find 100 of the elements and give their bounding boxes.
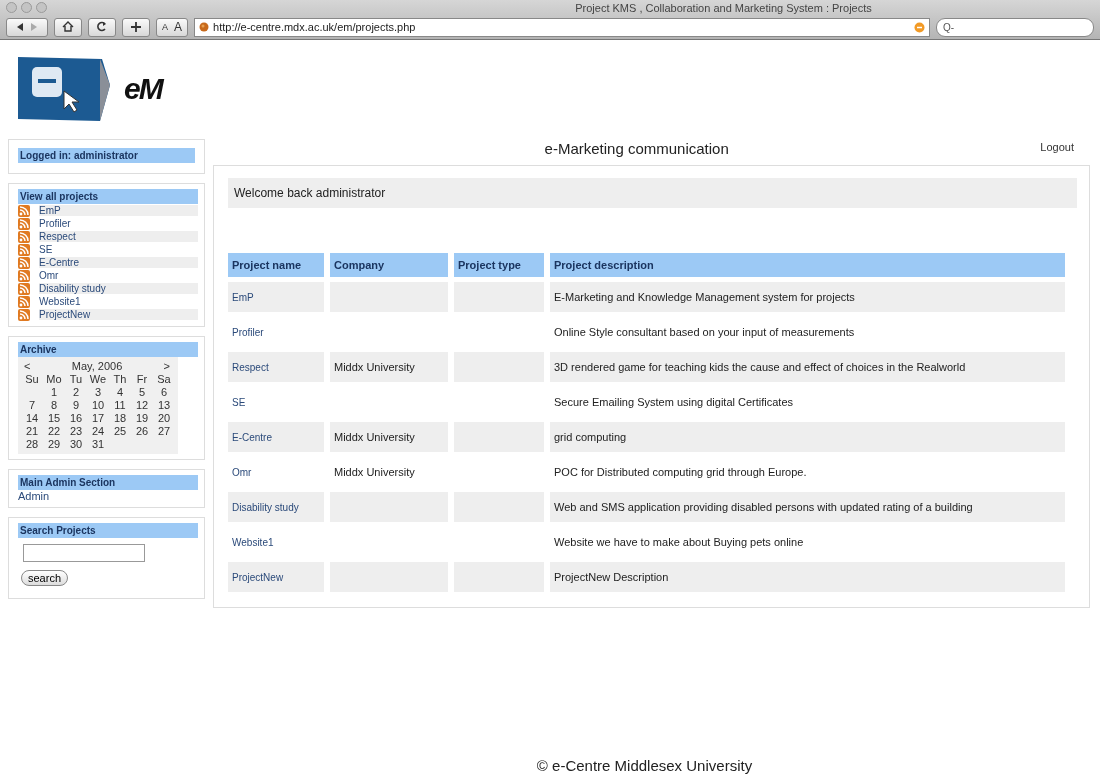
- project-link[interactable]: SE: [39, 244, 198, 255]
- panel-heading: Archive: [18, 342, 198, 357]
- calendar-day[interactable]: 3: [87, 386, 109, 398]
- panel-heading: Main Admin Section: [18, 475, 198, 490]
- project-link[interactable]: Omr: [39, 270, 198, 281]
- calendar-day[interactable]: 11: [109, 399, 131, 411]
- rss-icon: [18, 295, 30, 308]
- rss-icon: [18, 204, 30, 217]
- address-field[interactable]: http://e-centre.mdx.ac.uk/em/projects.php: [194, 17, 930, 37]
- calendar-day[interactable]: 10: [87, 399, 109, 411]
- column-header: Project description: [550, 253, 1065, 277]
- column-header: Project type: [454, 253, 544, 277]
- calendar-day[interactable]: 6: [153, 386, 175, 398]
- larger-text-button[interactable]: A: [174, 20, 183, 34]
- calendar-day[interactable]: 1: [43, 386, 65, 398]
- calendar-day[interactable]: 27: [153, 425, 175, 437]
- calendar-day[interactable]: 29: [43, 438, 65, 450]
- project-link[interactable]: Omr: [228, 457, 324, 487]
- table-cell-text: Website we have to make about Buying pets online: [553, 535, 805, 550]
- calendar-day[interactable]: 9: [65, 399, 87, 411]
- calendar-day[interactable]: 21: [21, 425, 43, 437]
- project-link[interactable]: Respect: [228, 352, 324, 382]
- calendar-day[interactable]: 22: [43, 425, 65, 437]
- next-month-link[interactable]: >: [163, 360, 170, 372]
- calendar-day[interactable]: 31: [87, 438, 109, 450]
- admin-link[interactable]: Admin: [18, 490, 198, 502]
- calendar-day[interactable]: 2: [65, 386, 87, 398]
- smaller-text-button[interactable]: A: [162, 22, 168, 32]
- table-cell: 3D rendered game for teaching kids the cause and effect of choices in the Realworld: [550, 352, 1065, 382]
- table-cell-text: Secure Emailing System using digital Certificates: [553, 395, 795, 410]
- home-icon: [62, 21, 74, 33]
- weekday-label: Mo: [45, 373, 63, 385]
- calendar-day[interactable]: 7: [21, 399, 43, 411]
- table-cell-text: POC for Distributed computing grid through Europe.: [553, 465, 808, 480]
- table-cell: ProjectNew Description: [550, 562, 1065, 592]
- rss-icon: [18, 230, 30, 243]
- table-cell: E-Marketing and Knowledge Management system for projects: [550, 282, 1065, 312]
- rss-icon: [18, 256, 30, 269]
- project-link[interactable]: Respect: [39, 231, 198, 242]
- rss-icon: [18, 269, 30, 282]
- calendar-day[interactable]: 30: [65, 438, 87, 450]
- project-link[interactable]: ProjectNew: [39, 309, 198, 320]
- panel-heading: Logged in: administrator: [18, 148, 195, 163]
- project-link[interactable]: E-Centre: [39, 257, 198, 268]
- back-forward-button[interactable]: [6, 17, 48, 37]
- logout-link[interactable]: Logout: [1040, 141, 1096, 157]
- footer-text: © e-Centre Middlesex University: [535, 757, 754, 776]
- rss-icon: [18, 217, 30, 230]
- project-link[interactable]: Profiler: [228, 317, 324, 347]
- table-cell: grid computing: [550, 422, 1065, 452]
- project-link[interactable]: Disability study: [39, 283, 198, 294]
- search-field[interactable]: [23, 544, 145, 562]
- add-button[interactable]: [122, 17, 150, 37]
- calendar-day[interactable]: 18: [109, 412, 131, 424]
- calendar-day[interactable]: 13: [153, 399, 175, 411]
- project-link[interactable]: Disability study: [228, 492, 324, 522]
- weekday-label: Sa: [156, 373, 172, 385]
- calendar-day[interactable]: 16: [65, 412, 87, 424]
- table-cell: Middx University: [330, 352, 448, 382]
- table-cell: Middx University: [330, 422, 448, 452]
- calendar-day[interactable]: 5: [131, 386, 153, 398]
- calendar-day[interactable]: 19: [131, 412, 153, 424]
- project-link[interactable]: E-Centre: [228, 422, 324, 452]
- search-button[interactable]: search: [21, 570, 69, 586]
- project-link[interactable]: ProjectNew: [228, 562, 324, 592]
- previous-month-link[interactable]: <: [24, 360, 31, 372]
- project-link[interactable]: EmP: [39, 205, 198, 216]
- column-header: Company: [330, 253, 448, 277]
- logo-text: eM: [124, 72, 162, 106]
- rss-icon: [18, 308, 30, 321]
- calendar-day[interactable]: 12: [131, 399, 153, 411]
- calendar-day[interactable]: 23: [65, 425, 87, 437]
- calendar-day[interactable]: 17: [87, 412, 109, 424]
- weekday-label: Tu: [68, 373, 84, 385]
- browser-search-field[interactable]: Q-: [936, 17, 1094, 37]
- project-link[interactable]: SE: [228, 387, 324, 417]
- calendar-day[interactable]: 24: [87, 425, 109, 437]
- project-link[interactable]: Profiler: [39, 218, 198, 229]
- calendar-day[interactable]: 4: [109, 386, 131, 398]
- rss-icon: [18, 282, 30, 295]
- calendar-day[interactable]: 28: [21, 438, 43, 450]
- weekday-label: Th: [112, 373, 128, 385]
- home-button[interactable]: [54, 17, 82, 37]
- calendar-day[interactable]: 15: [43, 412, 65, 424]
- calendar-day[interactable]: 20: [153, 412, 175, 424]
- window-title: Project KMS , Collaboration and Marketing System : Projects: [574, 1, 873, 14]
- calendar-day[interactable]: 8: [43, 399, 65, 411]
- welcome-message: Welcome back administrator: [228, 178, 1077, 208]
- calendar-day[interactable]: 14: [21, 412, 43, 424]
- project-link[interactable]: Website1: [228, 527, 324, 557]
- weekday-label: Su: [24, 373, 40, 385]
- project-link[interactable]: Website1: [39, 296, 198, 307]
- table-cell-text: Middx University: [333, 465, 416, 480]
- table-cell: Web and SMS application providing disabled persons with updated rating of a building: [550, 492, 1065, 522]
- calendar-day[interactable]: 25: [109, 425, 131, 437]
- reload-button[interactable]: [88, 17, 116, 37]
- plus-icon: [130, 21, 142, 33]
- site-icon: [199, 22, 210, 32]
- calendar-day[interactable]: 26: [131, 425, 153, 437]
- project-link[interactable]: EmP: [228, 282, 324, 312]
